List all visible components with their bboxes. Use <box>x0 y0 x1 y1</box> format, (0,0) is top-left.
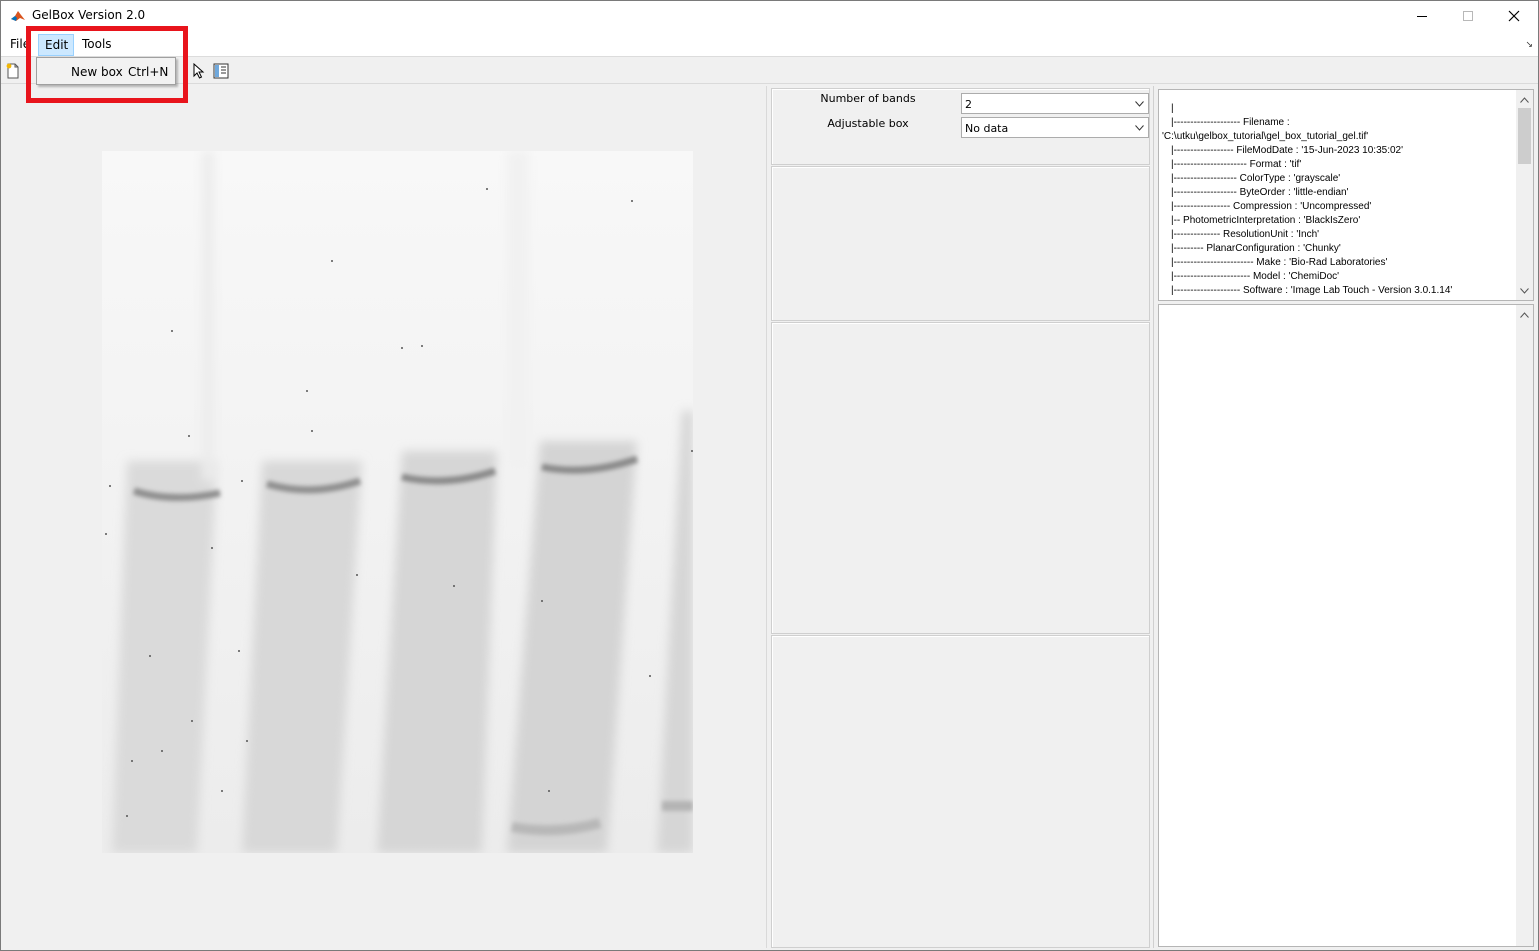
controls-panel: Number of bands Adjustable box 2 No data <box>771 88 1150 165</box>
info-line: |----------------------- Model : 'ChemiD… <box>1171 271 1340 282</box>
density-panel <box>771 322 1150 634</box>
info-line: | <box>1171 103 1174 114</box>
close-button[interactable] <box>1491 1 1537 31</box>
info-line: |------------------- ColorType : 'graysc… <box>1171 173 1341 184</box>
menu-bar: File Edit Tools ↘ <box>1 31 1538 57</box>
info-line: |------------------- ByteOrder : 'little… <box>1171 187 1349 198</box>
info-line: |------------------------ Make : 'Bio-Ra… <box>1171 257 1388 268</box>
pointer-button[interactable] <box>189 61 209 81</box>
scroll-up-icon[interactable] <box>1516 91 1533 108</box>
image-panel[interactable] <box>2 86 767 948</box>
info-line: |-------------------- Filename : <box>1171 117 1290 128</box>
annotation-highlight-box <box>26 26 188 103</box>
adjustable-box-label: Adjustable box <box>827 117 909 130</box>
info-line: |--------- PlanarConfiguration : 'Chunky… <box>1171 243 1341 254</box>
pointer-icon <box>193 63 205 79</box>
menubar-dock-icon[interactable]: ↘ <box>1525 40 1533 50</box>
toolbar <box>1 58 1538 84</box>
inspector-button[interactable] <box>211 61 231 81</box>
info-line: 'C:\utku\gelbox_tutorial\gel_box_tutoria… <box>1162 131 1369 142</box>
gelbox-window: GelBox Version 2.0 File Edit Tools ↘ Num… <box>0 0 1539 951</box>
new-file-icon <box>6 63 19 79</box>
number-of-bands-value: 2 <box>965 98 972 111</box>
box-zoom-panel <box>771 166 1150 321</box>
chevron-down-icon <box>1131 94 1148 113</box>
scroll-down-icon[interactable] <box>1516 282 1533 299</box>
info-line: |-------------- ResolutionUnit : 'Inch' <box>1171 229 1320 240</box>
inspector-icon <box>213 63 229 79</box>
adjustable-box-value: No data <box>965 122 1009 135</box>
fit-panel <box>771 635 1150 948</box>
chevron-down-icon <box>1131 118 1148 137</box>
maximize-icon <box>1463 11 1473 21</box>
scroll-up-icon[interactable] <box>1516 306 1533 323</box>
title-bar: GelBox Version 2.0 <box>1 1 1538 31</box>
info-scrollbar[interactable] <box>1516 90 1533 300</box>
minimize-icon <box>1417 15 1427 17</box>
window-title: GelBox Version 2.0 <box>32 8 146 22</box>
number-of-bands-label: Number of bands <box>820 92 916 105</box>
adjustable-box-select[interactable]: No data <box>961 117 1149 138</box>
scroll-thumb[interactable] <box>1518 108 1531 164</box>
image-info-box[interactable]: | |-------------------- Filename : 'C:\utk… <box>1158 89 1534 301</box>
new-file-button[interactable] <box>3 61 23 81</box>
minimize-button[interactable] <box>1399 1 1445 31</box>
number-of-bands-select[interactable]: 2 <box>961 93 1149 114</box>
info-line: |-------------------- Software : 'Image … <box>1171 285 1453 296</box>
info-line: |---------------------- Format : 'tif' <box>1171 159 1302 170</box>
results-scrollbar[interactable] <box>1516 305 1533 946</box>
close-icon <box>1508 10 1520 22</box>
info-line: |------------------ FileModDate : '15-Ju… <box>1171 145 1404 156</box>
matlab-icon <box>10 8 26 24</box>
panel-divider <box>1153 86 1154 948</box>
maximize-button[interactable] <box>1445 1 1491 31</box>
gel-image[interactable] <box>102 151 693 853</box>
info-line: |-- PhotometricInterpretation : 'BlackIs… <box>1171 215 1361 226</box>
results-box[interactable] <box>1158 304 1534 947</box>
info-line: |----------------- Compression : 'Uncomp… <box>1171 201 1372 212</box>
